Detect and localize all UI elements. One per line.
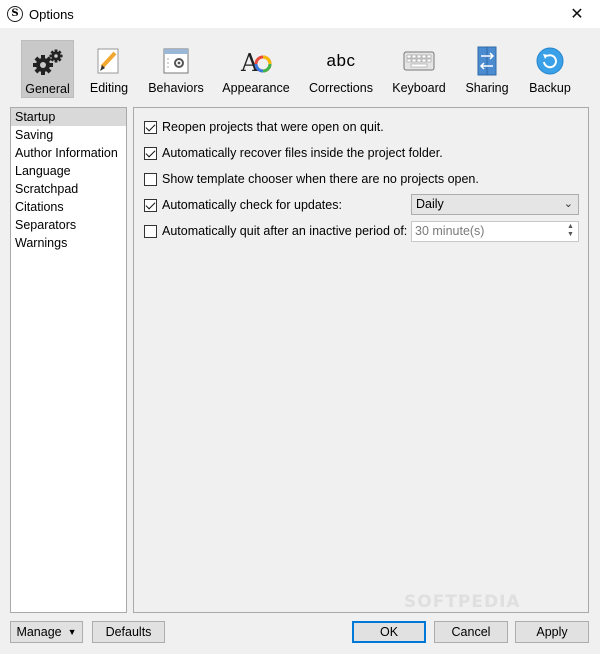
check-updates-checkbox[interactable] <box>144 198 157 212</box>
tab-backup[interactable]: Backup <box>525 40 575 98</box>
preferences-toolbar: General Editing Behaviors A Appearance a… <box>0 28 600 100</box>
recover-files-checkbox[interactable] <box>144 146 157 160</box>
keyboard-icon <box>401 44 437 78</box>
recover-files-label[interactable]: Automatically recover files inside the p… <box>162 146 443 160</box>
update-frequency-select[interactable]: Daily ⌄ <box>411 194 579 215</box>
sidebar-item-saving[interactable]: Saving <box>11 126 126 144</box>
behaviors-icon <box>158 44 194 78</box>
sidebar-item-startup[interactable]: Startup <box>11 108 126 126</box>
tab-general-label: General <box>25 82 70 96</box>
tab-editing-label: Editing <box>89 81 129 95</box>
reopen-projects-option: Reopen projects that were open on quit. <box>144 118 384 136</box>
dropdown-arrow-icon: ▼ <box>67 627 77 637</box>
tab-sharing[interactable]: Sharing <box>462 40 512 98</box>
startup-settings-panel: Reopen projects that were open on quit. … <box>133 107 589 613</box>
tab-corrections-label: Corrections <box>309 81 373 95</box>
tab-keyboard[interactable]: Keyboard <box>390 40 448 98</box>
tab-general[interactable]: General <box>21 40 74 98</box>
auto-quit-option: Automatically quit after an inactive per… <box>144 222 407 240</box>
template-chooser-label[interactable]: Show template chooser when there are no … <box>162 172 479 186</box>
check-updates-option: Automatically check for updates: <box>144 196 342 214</box>
reopen-projects-label[interactable]: Reopen projects that were open on quit. <box>162 120 384 134</box>
close-icon: ✕ <box>570 6 584 23</box>
scrivener-app-icon: S <box>7 6 23 22</box>
apply-button[interactable]: Apply <box>515 621 589 643</box>
inactive-period-spinbox[interactable]: 30 minute(s) ▲ ▼ <box>411 221 579 242</box>
backup-icon <box>532 44 568 78</box>
sidebar-item-author-information[interactable]: Author Information <box>11 144 126 162</box>
tab-behaviors-label: Behaviors <box>148 81 204 95</box>
window-title: Options <box>29 7 74 22</box>
inactive-period-value: 30 minute(s) <box>415 224 485 238</box>
cancel-button[interactable]: Cancel <box>434 621 508 643</box>
spin-arrows[interactable]: ▲ ▼ <box>564 223 577 240</box>
pencil-icon <box>91 44 127 78</box>
chevron-down-icon: ⌄ <box>563 198 573 210</box>
template-chooser-checkbox[interactable] <box>144 172 157 186</box>
tab-sharing-label: Sharing <box>465 81 509 95</box>
recover-files-option: Automatically recover files inside the p… <box>144 144 443 162</box>
title-bar: S Options ✕ <box>0 0 600 28</box>
tab-backup-label: Backup <box>529 81 571 95</box>
template-chooser-option: Show template chooser when there are no … <box>144 170 479 188</box>
tab-appearance[interactable]: A Appearance <box>220 40 292 98</box>
defaults-button[interactable]: Defaults <box>92 621 165 643</box>
gears-icon <box>30 45 66 79</box>
tab-corrections[interactable]: abc Corrections <box>306 40 376 98</box>
update-frequency-value: Daily <box>416 197 444 211</box>
check-updates-label[interactable]: Automatically check for updates: <box>162 198 342 212</box>
ok-button[interactable]: OK <box>352 621 426 643</box>
tab-appearance-label: Appearance <box>222 81 290 95</box>
corrections-icon-text: abc <box>326 51 356 70</box>
tab-behaviors[interactable]: Behaviors <box>146 40 206 98</box>
category-list: Startup Saving Author Information Langua… <box>10 107 127 613</box>
reopen-projects-checkbox[interactable] <box>144 120 157 134</box>
sidebar-item-language[interactable]: Language <box>11 162 126 180</box>
appearance-icon: A <box>238 44 274 78</box>
tab-editing[interactable]: Editing <box>84 40 134 98</box>
sidebar-item-separators[interactable]: Separators <box>11 216 126 234</box>
tab-keyboard-label: Keyboard <box>392 81 446 95</box>
auto-quit-label[interactable]: Automatically quit after an inactive per… <box>162 224 407 238</box>
corrections-icon: abc <box>323 44 359 78</box>
spin-down-icon[interactable]: ▼ <box>564 231 577 239</box>
sharing-icon <box>469 44 505 78</box>
manage-button-label: Manage <box>16 625 62 639</box>
auto-quit-checkbox[interactable] <box>144 224 157 238</box>
sidebar-item-warnings[interactable]: Warnings <box>11 234 126 252</box>
close-button[interactable]: ✕ <box>554 0 600 28</box>
sidebar-item-scratchpad[interactable]: Scratchpad <box>11 180 126 198</box>
softpedia-watermark: SOFTPEDIA <box>404 592 521 612</box>
spin-up-icon[interactable]: ▲ <box>564 223 577 231</box>
manage-button[interactable]: Manage ▼ <box>10 621 83 643</box>
sidebar-item-citations[interactable]: Citations <box>11 198 126 216</box>
